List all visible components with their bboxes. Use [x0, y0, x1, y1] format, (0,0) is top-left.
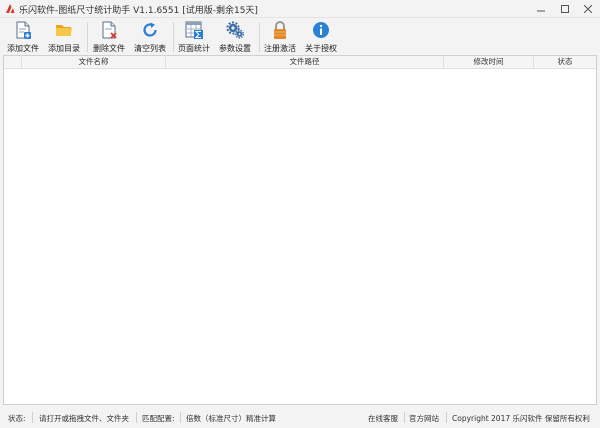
about-label: 关于授权: [305, 44, 337, 53]
toolbar-separator: [259, 22, 260, 52]
add-folder-button[interactable]: 添加目录: [45, 18, 83, 55]
status-separator: [180, 412, 181, 423]
row-indicator-header: [4, 56, 22, 68]
settings-label: 参数设置: [219, 44, 251, 53]
online-service-link[interactable]: 在线客服: [368, 413, 398, 424]
about-button[interactable]: 关于授权: [302, 18, 340, 55]
column-header-modified-time[interactable]: 修改时间: [444, 56, 534, 68]
register-button[interactable]: 注册激活: [261, 18, 299, 55]
copyright-text: Copyright 2017 乐闪软件 保留所有权利: [452, 414, 590, 423]
info-icon: [313, 22, 329, 38]
status-text: 请打开或拖拽文件、文件夹: [39, 414, 129, 423]
window-title: 乐闪软件-图纸尺寸统计助手 V1.1.6551 [试用版-剩余15天]: [19, 6, 258, 16]
status-bar: 状态: 请打开或拖拽文件、文件夹 匹配配置: 倍数（标准尺寸）精准计算 在线客服…: [0, 406, 600, 428]
toolbar-separator: [173, 22, 174, 52]
column-header-file-path[interactable]: 文件路径: [166, 56, 444, 68]
config-label: 匹配配置:: [142, 414, 175, 423]
official-site-link[interactable]: 官方网站: [409, 413, 439, 424]
register-label: 注册激活: [264, 44, 296, 53]
close-icon: [584, 5, 592, 13]
toolbar: 添加文件 添加目录 删除文件 清空列表 页面统计 参数设置 注册激活 关于授权: [0, 18, 600, 55]
clear-list-button[interactable]: 清空列表: [130, 18, 170, 55]
status-separator: [404, 412, 405, 423]
minimize-button[interactable]: [531, 1, 551, 17]
close-button[interactable]: [578, 1, 598, 17]
delete-file-label: 删除文件: [93, 44, 125, 53]
table-header: 文件名称 文件路径 修改时间 状态: [4, 56, 596, 69]
status-separator: [136, 412, 137, 423]
column-header-status[interactable]: 状态: [534, 56, 596, 68]
app-logo-icon: [6, 4, 15, 13]
add-file-icon: [16, 21, 31, 39]
folder-icon: [56, 25, 72, 36]
file-list-table[interactable]: 文件名称 文件路径 修改时间 状态: [3, 55, 597, 405]
status-separator: [446, 412, 447, 423]
minimize-icon: [537, 10, 545, 12]
lock-icon: [274, 21, 286, 39]
clear-list-label: 清空列表: [134, 44, 166, 53]
status-separator: [32, 412, 33, 423]
gears-icon: [226, 21, 245, 39]
delete-file-icon: [102, 21, 117, 39]
maximize-icon: [561, 5, 569, 13]
refresh-icon: [143, 22, 157, 37]
page-stats-button[interactable]: 页面统计: [175, 18, 213, 55]
column-header-file-name[interactable]: 文件名称: [22, 56, 166, 68]
status-label: 状态:: [8, 414, 26, 423]
title-bar: 乐闪软件-图纸尺寸统计助手 V1.1.6551 [试用版-剩余15天]: [0, 0, 600, 18]
config-value: 倍数（标准尺寸）精准计算: [186, 414, 276, 423]
sum-table-icon: [185, 21, 203, 39]
add-file-label: 添加文件: [7, 44, 39, 53]
delete-file-button[interactable]: 删除文件: [90, 18, 128, 55]
settings-button[interactable]: 参数设置: [216, 18, 254, 55]
maximize-button[interactable]: [555, 1, 575, 17]
add-folder-label: 添加目录: [48, 44, 80, 53]
page-stats-label: 页面统计: [178, 44, 210, 53]
add-file-button[interactable]: 添加文件: [4, 18, 42, 55]
toolbar-separator: [87, 22, 88, 52]
